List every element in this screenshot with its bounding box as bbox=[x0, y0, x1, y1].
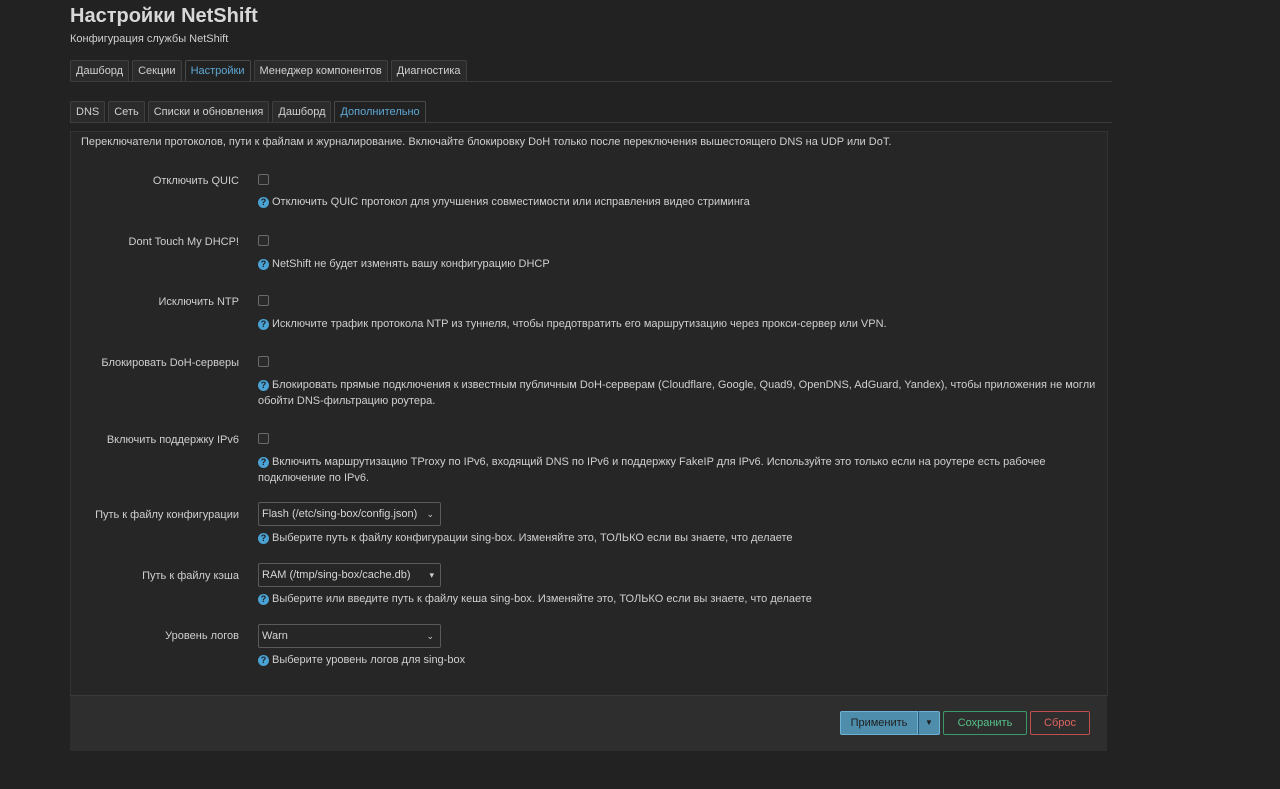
cache-path-value: RAM (/tmp/sing-box/cache.db) bbox=[262, 569, 411, 581]
apply-button[interactable]: Применить bbox=[840, 711, 918, 735]
log-level-help: ? Выберите уровень логов для sing-box bbox=[258, 652, 1098, 668]
main-tabs-divider bbox=[70, 81, 1112, 82]
subtab-dashboard[interactable]: Дашборд bbox=[272, 101, 332, 122]
cache-path-select[interactable]: RAM (/tmp/sing-box/cache.db) ▾ bbox=[258, 563, 441, 587]
log-level-label: Уровень логов bbox=[165, 630, 239, 642]
ntp-checkbox[interactable] bbox=[258, 295, 269, 306]
question-circle-icon: ? bbox=[258, 594, 269, 605]
subtab-lists-updates[interactable]: Списки и обновления bbox=[147, 101, 270, 122]
subtab-dns[interactable]: DNS bbox=[70, 101, 106, 122]
ntp-label: Исключить NTP bbox=[158, 296, 239, 308]
log-level-select[interactable]: Warn ⌄ bbox=[258, 624, 441, 648]
chevron-down-icon: ⌄ bbox=[426, 631, 434, 641]
config-path-select[interactable]: Flash (/etc/sing-box/config.json) ⌄ bbox=[258, 502, 441, 526]
apply-button-group: Применить ▼ bbox=[840, 711, 940, 735]
sub-tabs-divider bbox=[70, 122, 1112, 123]
caret-down-icon: ▾ bbox=[429, 570, 434, 580]
question-circle-icon: ? bbox=[258, 380, 269, 391]
dhcp-checkbox[interactable] bbox=[258, 235, 269, 246]
question-circle-icon: ? bbox=[258, 533, 269, 544]
config-path-help-text: Выберите путь к файлу конфигурации sing-… bbox=[272, 532, 793, 544]
question-circle-icon: ? bbox=[258, 457, 269, 468]
doh-label: Блокировать DoH-серверы bbox=[101, 357, 239, 369]
caret-down-icon: ▼ bbox=[925, 718, 933, 727]
quic-checkbox[interactable] bbox=[258, 174, 269, 185]
cache-path-help: ? Выберите или введите путь к файлу кеша … bbox=[258, 591, 1098, 607]
ipv6-checkbox[interactable] bbox=[258, 433, 269, 444]
main-tabs: Дашборд Секции Настройки Менеджер компон… bbox=[70, 60, 467, 81]
tab-sections[interactable]: Секции bbox=[132, 60, 182, 81]
question-circle-icon: ? bbox=[258, 655, 269, 666]
ntp-help-text: Исключите трафик протокола NTP из туннел… bbox=[272, 318, 887, 330]
dhcp-help-text: NetShift не будет изменять вашу конфигур… bbox=[272, 258, 550, 270]
config-path-label: Путь к файлу конфигурации bbox=[95, 509, 239, 521]
cache-path-help-text: Выберите или введите путь к файлу кеша s… bbox=[272, 593, 812, 605]
reset-button[interactable]: Сброс bbox=[1030, 711, 1090, 735]
tab-settings[interactable]: Настройки bbox=[184, 60, 251, 81]
tab-dashboard[interactable]: Дашборд bbox=[70, 60, 130, 81]
ipv6-help: ? Включить маршрутизацию TProxy по IPv6, … bbox=[258, 454, 1098, 486]
log-level-help-text: Выберите уровень логов для sing-box bbox=[272, 654, 466, 666]
question-circle-icon: ? bbox=[258, 259, 269, 270]
tab-component-manager[interactable]: Менеджер компонентов bbox=[253, 60, 388, 81]
config-path-value: Flash (/etc/sing-box/config.json) bbox=[262, 508, 418, 520]
page-subtitle: Конфигурация службы NetShift bbox=[70, 33, 229, 45]
ipv6-help-text: Включить маршрутизацию TProxy по IPv6, в… bbox=[258, 456, 1046, 484]
quic-help-text: Отключить QUIC протокол для улучшения со… bbox=[272, 196, 750, 208]
dhcp-label: Dont Touch My DHCP! bbox=[128, 236, 239, 248]
apply-dropdown-button[interactable]: ▼ bbox=[918, 711, 940, 735]
question-circle-icon: ? bbox=[258, 319, 269, 330]
chevron-down-icon: ⌄ bbox=[426, 509, 434, 519]
page: Настройки NetShift Конфигурация службы N… bbox=[0, 0, 1280, 789]
page-title: Настройки NetShift bbox=[70, 5, 258, 27]
config-path-help: ? Выберите путь к файлу конфигурации sing… bbox=[258, 530, 1098, 546]
ipv6-label: Включить поддержку IPv6 bbox=[106, 434, 239, 446]
settings-panel: Переключатели протоколов, пути к файлам … bbox=[70, 131, 1108, 696]
doh-checkbox[interactable] bbox=[258, 356, 269, 367]
quic-label: Отключить QUIC bbox=[152, 175, 239, 187]
action-bar: Применить ▼ Сохранить Сброс bbox=[70, 695, 1107, 751]
cache-path-label: Путь к файлу кэша bbox=[142, 570, 239, 582]
doh-help: ? Блокировать прямые подключения к извест… bbox=[258, 377, 1098, 409]
doh-help-text: Блокировать прямые подключения к известн… bbox=[258, 379, 1096, 407]
dhcp-help: ? NetShift не будет изменять вашу конфигу… bbox=[258, 256, 1098, 272]
quic-help: ? Отключить QUIC протокол для улучшения с… bbox=[258, 194, 1098, 210]
sub-tabs: DNS Сеть Списки и обновления Дашборд Доп… bbox=[70, 101, 426, 122]
subtab-network[interactable]: Сеть bbox=[108, 101, 145, 122]
subtab-advanced[interactable]: Дополнительно bbox=[334, 101, 426, 122]
section-description: Переключатели протоколов, пути к файлам … bbox=[81, 136, 892, 148]
question-circle-icon: ? bbox=[258, 197, 269, 208]
save-button[interactable]: Сохранить bbox=[943, 711, 1027, 735]
ntp-help: ? Исключите трафик протокола NTP из тунне… bbox=[258, 316, 1098, 332]
tab-diagnostics[interactable]: Диагностика bbox=[390, 60, 467, 81]
log-level-value: Warn bbox=[262, 630, 288, 642]
